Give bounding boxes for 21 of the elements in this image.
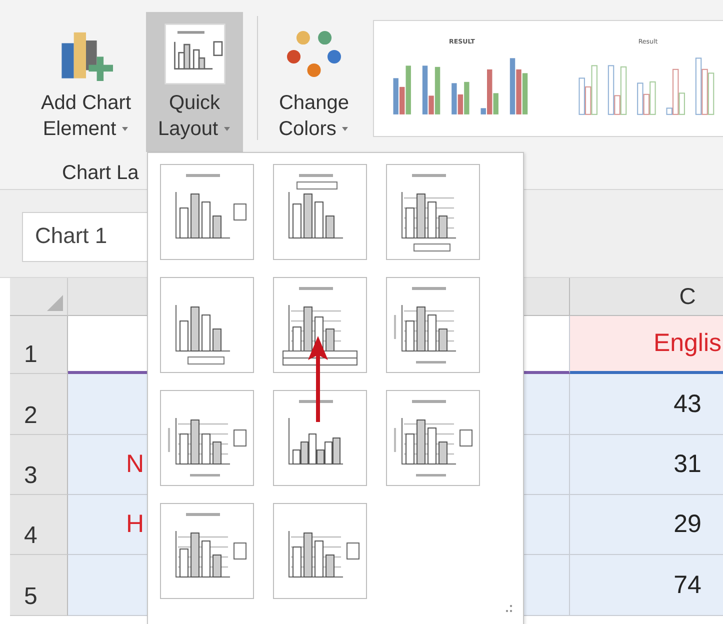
ribbon-button[interactable]: Add Chart Element bbox=[0, 12, 146, 152]
chart-layout-icon bbox=[163, 22, 226, 86]
caret-icon bbox=[121, 126, 130, 132]
table-cell: 29 bbox=[570, 495, 723, 555]
table-cell: 43 bbox=[570, 374, 723, 435]
caret-icon bbox=[223, 126, 232, 132]
table-cell: 74 bbox=[570, 555, 723, 616]
ribbon-button[interactable]: Quick Layout bbox=[146, 12, 243, 152]
row-header[interactable]: 1 bbox=[10, 316, 68, 374]
group-label: Chart La bbox=[61, 161, 140, 185]
row-header[interactable]: 4 bbox=[10, 495, 68, 555]
row-header[interactable]: 5 bbox=[10, 555, 68, 616]
table-cell: Englis bbox=[570, 316, 723, 374]
ribbon-button[interactable]: Change Colors bbox=[258, 12, 370, 152]
caret-icon bbox=[341, 126, 350, 132]
table-cell: 31 bbox=[570, 435, 723, 495]
resize-grip-icon[interactable] bbox=[505, 605, 513, 613]
arrow-icon bbox=[306, 334, 330, 424]
row-header[interactable]: 3 bbox=[10, 435, 68, 495]
column-header[interactable]: C bbox=[570, 278, 723, 316]
row-header[interactable]: 2 bbox=[10, 374, 68, 435]
